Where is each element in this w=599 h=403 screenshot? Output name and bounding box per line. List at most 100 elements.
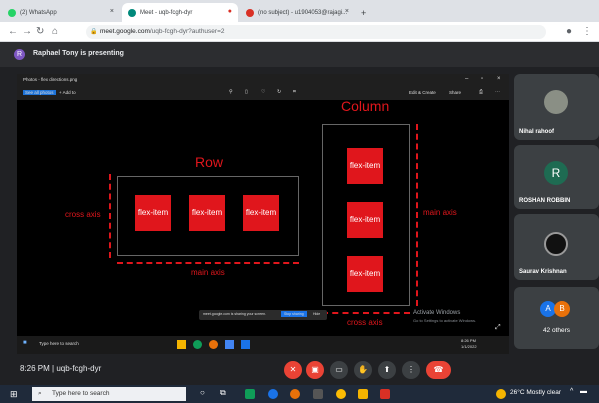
profile-icon[interactable]: ● [566,25,572,39]
avatar: B [554,301,570,317]
share-button: Share [449,90,462,95]
inner-windows-icon: ■ [23,340,27,346]
column-cross-axis-line [322,312,410,314]
url-path: /uqb-fcgh-dyr?authuser=2 [149,28,225,35]
camera-off-button[interactable]: ▣ [306,361,324,379]
tab-whatsapp[interactable]: (2) WhatsApp × [2,3,120,22]
menu-icon[interactable]: ⋮ [582,25,592,39]
row-flex-item: flex-item [189,195,225,231]
presenting-bar: R Raphael Tony is presenting [0,42,599,67]
avatar [544,232,568,256]
participant-name: Nihal rahoof [519,129,555,135]
reload-icon[interactable]: ↻ [36,25,44,39]
new-tab-button[interactable]: + [358,3,372,22]
avatar: R [14,49,25,60]
row-main-axis-line [117,262,299,264]
tray-chevron-icon[interactable]: ^ [570,388,573,395]
column-main-axis-label: main axis [423,208,457,217]
captions-button[interactable]: ▭ [330,361,348,379]
hide-button: Hide [313,312,321,316]
file-explorer-icon[interactable] [358,389,368,399]
forward-icon[interactable]: → [22,25,32,39]
taskbar-search-placeholder: Type here to search [52,390,110,397]
network-icon[interactable]: ▬ [580,388,587,395]
url-domain: meet.google.com [100,28,150,35]
close-icon[interactable]: × [110,8,114,15]
chrome-icon[interactable] [336,389,346,399]
sharing-notice-text: meet.google.com is sharing your screen. [203,312,267,316]
app-icon[interactable] [313,389,323,399]
windows-start-icon[interactable]: ⊞ [10,389,20,399]
office-icon[interactable] [380,389,390,399]
rotate-icon: ↻ [277,89,282,95]
tab-meet[interactable]: Meet - uqb-fcgh-dyr ● [122,3,238,22]
cortana-icon[interactable]: ○ [200,388,205,397]
inner-app-icon [209,340,218,349]
gmail-icon [246,9,254,17]
firefox-icon[interactable] [290,389,300,399]
inner-app-icon [225,340,234,349]
weather-text: 26°C Mostly clear [510,389,562,396]
sharing-notice: meet.google.com is sharing your screen. … [199,310,327,320]
participant-name: ROSHAN ROBBIN [519,198,571,204]
end-call-button[interactable]: ☎ [426,361,451,379]
browser-tab-bar: (2) WhatsApp × Meet - uqb-fcgh-dyr ● (no… [0,0,599,22]
lock-icon: 🔒 [90,29,98,35]
windows-taskbar: ⊞ ⌕ Type here to search ○ ⧉ 26°C Mostly … [0,385,599,403]
others-count: 42 others [542,327,571,334]
app-icon[interactable] [245,389,255,399]
meeting-controls-bar: 8:26 PM | uqb-fcgh-dyr ✕ ▣ ▭ ✋ ⬆ ⋮ ☎ [0,355,599,385]
inner-clock-time: 8:26 PM [461,338,476,343]
browser-nav-bar: ← → ↻ ⌂ 🔒 meet.google.com/uqb-fcgh-dyr?a… [0,22,599,42]
close-icon[interactable]: × [345,8,349,15]
heart-icon: ♡ [261,89,266,95]
edge-icon[interactable] [268,389,278,399]
close-icon: × [497,76,501,82]
activate-windows-title: Activate Windows [413,310,461,316]
participant-tile[interactable]: Nihal rahoof [514,74,599,140]
inner-clock-date: 1/1/2022 [461,344,477,349]
add-to-button: + Add to [59,90,76,95]
edit-create-button: Edit & Create [409,90,436,95]
tab-label: (no subject) - u1904053@rajagi... [258,9,348,16]
whatsapp-icon [8,9,16,17]
photos-toolbar: See all photos + Add to ⚲ ▯ ♡ ↻ ⌗ Edit &… [17,86,509,100]
row-title: Row [195,154,224,170]
home-icon[interactable]: ⌂ [52,25,58,39]
tab-gmail[interactable]: (no subject) - u1904053@rajagi... × [240,3,355,22]
tab-label: (2) WhatsApp [20,9,57,16]
search-icon: ⌕ [38,390,42,397]
raise-hand-button[interactable]: ✋ [354,361,372,379]
address-bar[interactable]: 🔒 meet.google.com/uqb-fcgh-dyr?authuser=… [86,25,546,39]
taskbar-search[interactable]: ⌕ Type here to search [32,387,186,401]
column-title: Column [341,98,390,114]
inner-app-icon [177,340,186,349]
avatar [544,90,568,114]
zoom-icon: ⚲ [229,89,233,95]
back-icon[interactable]: ← [8,25,18,39]
row-flex-item: flex-item [135,195,171,231]
participant-tile[interactable]: R ROSHAN ROBBIN [514,145,599,209]
tab-label: Meet - uqb-fcgh-dyr [140,9,193,16]
more-options-button[interactable]: ⋮ [402,361,420,379]
minimize-icon: – [465,76,469,82]
row-cross-axis-line [109,174,111,258]
maximize-icon: ▫ [481,76,484,82]
task-view-icon[interactable]: ⧉ [220,388,226,398]
participant-name: Saurav Krishnan [519,269,567,275]
meet-icon [128,9,136,17]
row-main-axis-label: main axis [191,268,225,277]
expand-icon: ⤢ [495,324,501,331]
recording-dot-icon: ● [227,8,232,15]
delete-icon: ▯ [245,89,248,95]
avatar: R [544,161,568,185]
window-title: Photos - flex directions.png [23,77,78,82]
mic-off-button[interactable]: ✕ [284,361,302,379]
inner-search-text: Type here to search [39,341,79,346]
print-icon: ⎙ [479,89,484,95]
present-button[interactable]: ⬆ [378,361,396,379]
column-flex-item: flex-item [347,148,383,184]
others-tile[interactable]: A B 42 others [514,287,599,349]
row-cross-axis-label: cross axis [65,210,101,219]
participant-tile[interactable]: Saurav Krishnan [514,214,599,280]
